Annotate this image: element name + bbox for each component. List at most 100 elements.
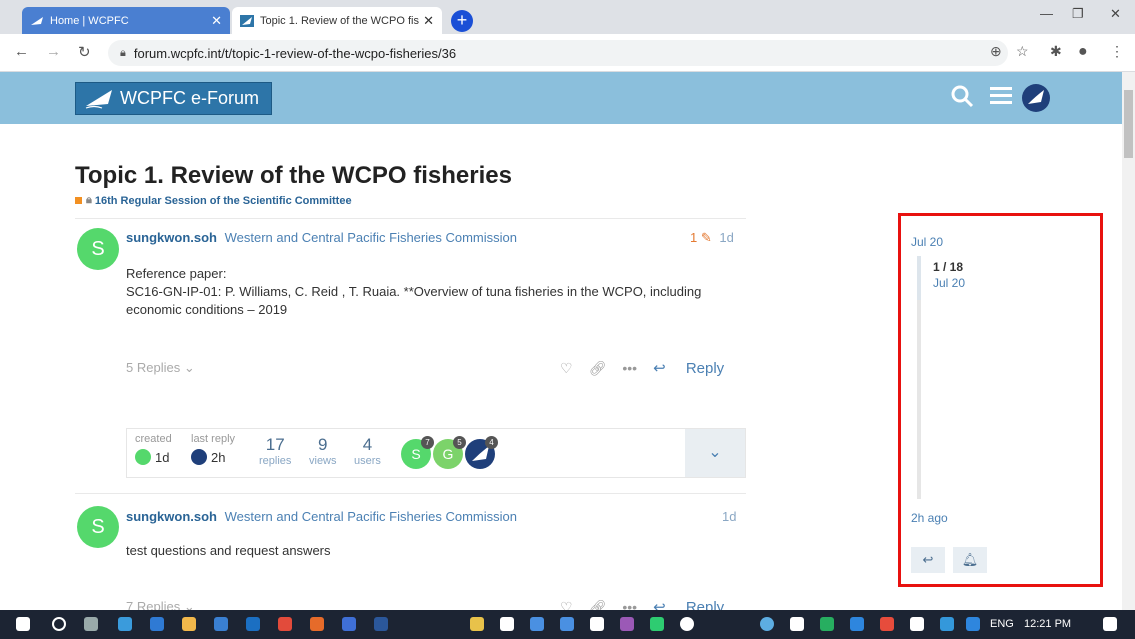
store-icon[interactable] — [118, 617, 132, 631]
lock-icon: 🔒︎ — [120, 46, 126, 59]
search-icon[interactable] — [950, 84, 974, 115]
user-fullname: Western and Central Pacific Fisheries Co… — [224, 230, 517, 245]
like-heart-icon[interactable]: ♡ — [560, 599, 573, 611]
tab-title: Topic 1. Review of the WCPO fish — [260, 14, 420, 27]
more-dots-icon[interactable]: ••• — [622, 599, 637, 610]
views-stat: 9 views — [309, 435, 337, 467]
close-window-icon[interactable]: ✕ — [1110, 6, 1121, 22]
tray-app-icon[interactable] — [760, 617, 774, 631]
post-actions: ♡ 🔗︎ ••• ↩ Reply — [560, 359, 756, 378]
divider — [75, 493, 746, 494]
reply-topic-button[interactable]: ↩ — [911, 547, 945, 573]
forward-icon[interactable]: → — [46, 43, 61, 60]
windows-start-icon[interactable] — [16, 617, 30, 631]
reply-arrow-icon: ↩ — [653, 599, 666, 610]
profile-icon[interactable]: ● — [1078, 43, 1088, 61]
minimize-icon[interactable]: — — [1040, 6, 1053, 21]
tray-app-icon[interactable] — [680, 617, 694, 631]
expand-topic-map-button[interactable]: ⌄ — [685, 429, 745, 477]
hamburger-menu-icon[interactable] — [990, 84, 1012, 113]
like-heart-icon[interactable]: ♡ — [560, 360, 573, 377]
tray-app-icon[interactable] — [880, 617, 894, 631]
divider — [75, 218, 746, 219]
new-tab-button[interactable]: + — [451, 10, 473, 32]
category-color-icon — [75, 197, 82, 204]
site-logo[interactable]: WCPFC e-Forum — [75, 82, 272, 115]
tab-title: Home | WCPFC — [50, 14, 129, 27]
category-badge[interactable]: 🔒︎ 16th Regular Session of the Scientifi… — [75, 194, 352, 207]
tray-app-icon[interactable] — [820, 617, 834, 631]
post-date[interactable]: 1d — [722, 509, 736, 524]
star-icon[interactable]: ☆ — [1016, 43, 1029, 60]
pencil-icon[interactable]: ✎ — [701, 230, 712, 245]
created-block: created 1d — [135, 433, 172, 465]
post-count-badge: 4 — [485, 436, 498, 449]
task-view-icon[interactable] — [84, 617, 98, 631]
avatar[interactable]: S 7 — [401, 436, 434, 469]
share-link-icon[interactable]: 🔗︎ — [589, 360, 607, 377]
close-tab-icon[interactable]: ✕ — [211, 13, 222, 29]
username-link[interactable]: sungkwon.soh — [126, 509, 217, 524]
extensions-icon[interactable]: ✱ — [1050, 43, 1062, 60]
language-indicator[interactable]: ENG — [990, 618, 1014, 630]
file-explorer-icon[interactable] — [182, 617, 196, 631]
notifications-button[interactable]: 🔔︎ — [953, 547, 987, 573]
timeline-end-date[interactable]: 2h ago — [911, 511, 948, 525]
tray-app-icon[interactable] — [500, 617, 514, 631]
post-text-line: Reference paper: — [126, 266, 227, 281]
replies-toggle[interactable]: 5 Replies ⌄ — [126, 360, 195, 376]
scrollbar-thumb[interactable] — [1124, 90, 1133, 158]
timeline-start-date[interactable]: Jul 20 — [911, 235, 943, 249]
site-header: WCPFC e-Forum — [0, 72, 1122, 124]
url-input[interactable]: 🔒︎ forum.wcpfc.int/t/topic-1-review-of-t… — [108, 40, 1008, 66]
word-icon[interactable] — [374, 617, 388, 631]
zoom-icon[interactable] — [342, 617, 356, 631]
avatar[interactable]: S — [77, 506, 119, 548]
firefox-icon[interactable] — [310, 617, 324, 631]
menu-dots-icon[interactable]: ⋮ — [1110, 43, 1124, 60]
add-icon[interactable]: ⊕ — [990, 43, 1002, 60]
page-scrollbar[interactable] — [1122, 72, 1135, 610]
timeline-scroller-handle[interactable] — [917, 256, 921, 300]
post-date[interactable]: 1d — [719, 230, 733, 245]
avatar[interactable]: G 5 — [433, 436, 466, 469]
ie-icon[interactable] — [214, 617, 228, 631]
more-dots-icon[interactable]: ••• — [622, 360, 637, 376]
tray-app-icon[interactable] — [530, 617, 544, 631]
chrome-icon[interactable] — [278, 617, 292, 631]
notification-center-icon[interactable] — [1103, 617, 1117, 631]
replies-toggle[interactable]: 7 Replies ⌄ — [126, 599, 195, 610]
created-value: 1d — [155, 449, 170, 465]
close-tab-icon[interactable]: ✕ — [423, 13, 434, 29]
tray-app-icon[interactable] — [470, 617, 484, 631]
replies-stat: 17 replies — [259, 435, 291, 467]
edge-icon[interactable] — [150, 617, 164, 631]
lock-icon: 🔒︎ — [86, 194, 92, 206]
tray-app-icon[interactable] — [910, 617, 924, 631]
tray-app-icon[interactable] — [620, 617, 634, 631]
user-avatar-icon[interactable] — [1022, 84, 1050, 119]
tray-app-icon[interactable] — [966, 617, 980, 631]
edit-count[interactable]: 1 — [690, 230, 697, 245]
url-text: forum.wcpfc.int/t/topic-1-review-of-the-… — [133, 45, 457, 61]
restore-icon[interactable]: ❐ — [1072, 6, 1084, 22]
username-link[interactable]: sungkwon.soh — [126, 230, 217, 245]
tray-app-icon[interactable] — [790, 617, 804, 631]
reload-icon[interactable]: ↻ — [78, 43, 91, 61]
tray-app-icon[interactable] — [850, 617, 864, 631]
reply-button[interactable]: ↩ Reply — [653, 359, 740, 377]
avatar[interactable]: S — [77, 228, 119, 270]
avatar[interactable]: 4 — [465, 436, 498, 469]
clock[interactable]: 12:21 PM — [1024, 618, 1071, 630]
outlook-icon[interactable] — [246, 617, 260, 631]
tray-app-icon[interactable] — [650, 617, 664, 631]
back-icon[interactable]: ← — [14, 43, 29, 60]
tray-app-icon[interactable] — [590, 617, 604, 631]
bluetooth-icon[interactable] — [940, 617, 954, 631]
reply-button[interactable]: ↩ Reply — [653, 598, 740, 610]
tray-app-icon[interactable] — [560, 617, 574, 631]
tab-home[interactable]: Home | WCPFC ✕ — [22, 7, 230, 34]
share-link-icon[interactable]: 🔗︎ — [589, 599, 607, 611]
tab-topic[interactable]: Topic 1. Review of the WCPO fish ✕ — [232, 7, 442, 34]
search-icon[interactable] — [52, 617, 66, 631]
